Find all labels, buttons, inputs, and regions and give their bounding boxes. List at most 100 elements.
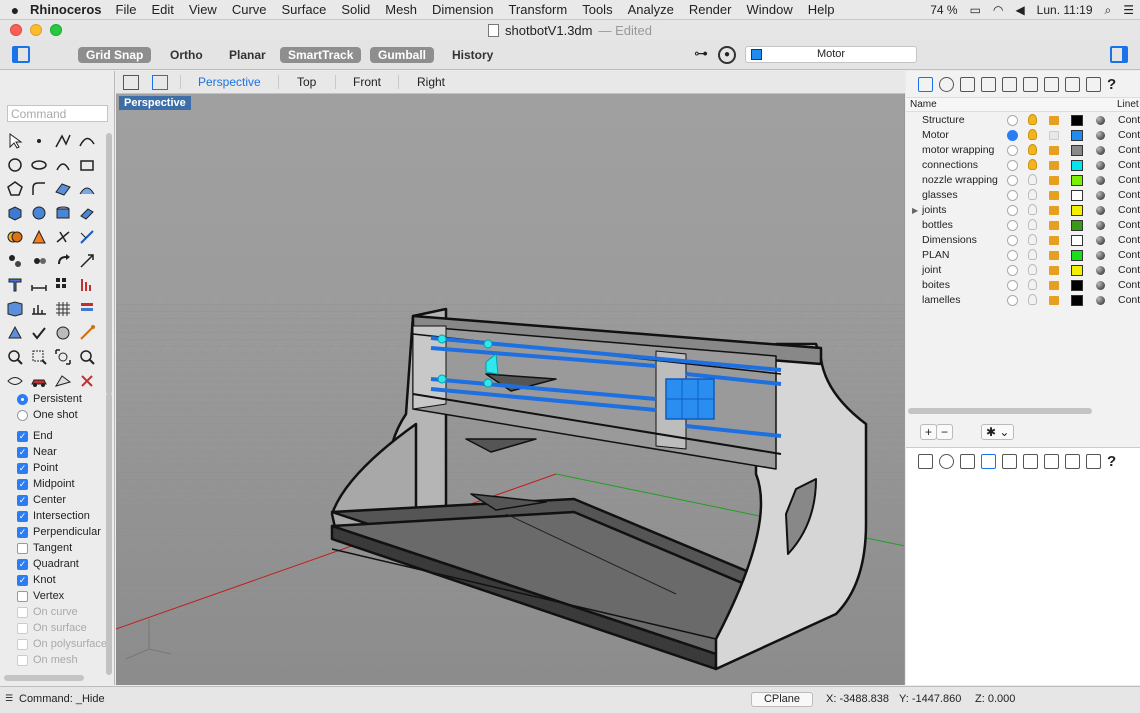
layer-color-swatch[interactable] — [1071, 205, 1083, 216]
remove-layer-button[interactable]: − — [936, 424, 954, 440]
current-layer-radio[interactable] — [1007, 235, 1018, 246]
layer-row[interactable]: lamelles Cont — [906, 293, 1140, 308]
tab-right[interactable]: Right — [417, 75, 445, 89]
layer-linetype[interactable]: Cont — [1118, 263, 1140, 278]
layer-row[interactable]: ▶ joints Cont — [906, 203, 1140, 218]
viewport-canvas[interactable] — [116, 94, 905, 685]
osnap-perpendicular[interactable]: ✓ Perpendicular — [0, 524, 108, 540]
mesh-icon[interactable] — [3, 297, 27, 321]
current-layer-radio[interactable] — [1007, 205, 1018, 216]
layer-list-hscrollbar[interactable] — [908, 408, 1092, 414]
current-layer-radio[interactable] — [1007, 220, 1018, 231]
circle-icon[interactable] — [3, 153, 27, 177]
edited-status[interactable]: — Edited — [598, 23, 651, 38]
lock-icon[interactable] — [1049, 146, 1059, 155]
checkbox[interactable]: ✓ — [17, 446, 28, 458]
lock-icon[interactable] — [1049, 296, 1059, 305]
layer-linetype[interactable]: Cont — [1118, 143, 1140, 158]
visibility-bulb-icon[interactable] — [1028, 234, 1037, 245]
current-layer-radio[interactable] — [1007, 115, 1018, 126]
material-icon[interactable] — [1096, 206, 1105, 215]
osnap-icon[interactable]: ● — [718, 46, 736, 64]
checkbox[interactable]: ✓ — [17, 526, 28, 538]
col-name[interactable]: Name — [910, 98, 937, 111]
trim-icon[interactable] — [51, 225, 75, 249]
array-icon[interactable] — [51, 273, 75, 297]
rectangle-icon[interactable] — [75, 153, 99, 177]
boolean-icon[interactable] — [3, 225, 27, 249]
visibility-bulb-icon[interactable] — [1028, 249, 1037, 260]
checkbox[interactable]: ✓ — [17, 510, 28, 522]
tab-perspective[interactable]: Perspective — [198, 75, 261, 89]
clock[interactable]: Lun. 11:19 — [1037, 3, 1093, 17]
help-icon[interactable]: ? — [1107, 77, 1122, 92]
lock-icon[interactable] — [1049, 206, 1059, 215]
osnap-vertex[interactable]: Vertex — [0, 588, 108, 604]
polyline-icon[interactable] — [51, 129, 75, 153]
battery-icon[interactable]: ▭ — [970, 3, 981, 17]
menu-solid[interactable]: Solid — [341, 2, 370, 17]
display-icon[interactable] — [1023, 76, 1038, 92]
layer-row[interactable]: nozzle wrapping Cont — [906, 173, 1140, 188]
perspective-viewport[interactable]: Perspective — [116, 94, 905, 685]
layer-row[interactable]: joint Cont — [906, 263, 1140, 278]
layer-linetype[interactable]: Cont — [1118, 158, 1140, 173]
material-icon[interactable] — [1096, 161, 1105, 170]
surface-icon[interactable] — [51, 177, 75, 201]
shade-icon[interactable] — [51, 321, 75, 345]
extrude-icon[interactable] — [75, 201, 99, 225]
layer-name[interactable]: Motor — [922, 128, 949, 143]
zoom-extents-icon[interactable] — [51, 345, 75, 369]
osnap-point[interactable]: ✓ Point — [0, 460, 108, 476]
visibility-bulb-icon[interactable] — [1028, 129, 1037, 140]
lock-icon[interactable] — [1049, 236, 1059, 245]
current-layer-radio[interactable] — [1007, 160, 1018, 171]
layer-name[interactable]: Structure — [922, 113, 965, 128]
expand-arrow-icon[interactable]: ▶ — [912, 203, 918, 218]
osnap-midpoint[interactable]: ✓ Midpoint — [0, 476, 108, 492]
checkbox[interactable]: ✓ — [17, 574, 28, 586]
named-views-icon[interactable] — [1044, 453, 1059, 469]
layer-color-swatch[interactable] — [1071, 250, 1083, 261]
gumball-toggle[interactable]: Gumball — [370, 47, 435, 63]
material-icon[interactable] — [1096, 236, 1105, 245]
ortho-toggle[interactable]: Ortho — [162, 47, 211, 63]
menu-edit[interactable]: Edit — [151, 2, 173, 17]
check-icon[interactable] — [27, 321, 51, 345]
menu-help[interactable]: Help — [808, 2, 835, 17]
car-icon[interactable] — [27, 369, 51, 393]
current-layer-radio[interactable] — [1007, 295, 1018, 306]
menu-icon[interactable]: ☰ — [1123, 3, 1134, 17]
curve-icon[interactable] — [75, 129, 99, 153]
layers-icon[interactable] — [918, 76, 933, 92]
layer-linetype[interactable]: Cont — [1118, 203, 1140, 218]
layer-row[interactable]: connections Cont — [906, 158, 1140, 173]
dimension-icon[interactable] — [27, 273, 51, 297]
material-icon[interactable] — [1096, 146, 1105, 155]
checkbox[interactable]: ✓ — [17, 558, 28, 570]
left-panel-hscrollbar[interactable] — [4, 675, 84, 681]
layer-color-swatch[interactable] — [1071, 280, 1083, 291]
layer-row[interactable]: Dimensions Cont — [906, 233, 1140, 248]
current-layer-radio[interactable] — [1007, 145, 1018, 156]
menu-analyze[interactable]: Analyze — [628, 2, 674, 17]
zoom-icon[interactable] — [3, 345, 27, 369]
layer-row[interactable]: bottles Cont — [906, 218, 1140, 233]
visibility-bulb-icon[interactable] — [1028, 174, 1037, 185]
split-icon[interactable] — [75, 225, 99, 249]
checkbox[interactable] — [17, 590, 28, 602]
tab-top[interactable]: Top — [297, 75, 316, 89]
checkbox[interactable] — [17, 542, 28, 554]
radio-button[interactable] — [17, 393, 28, 405]
osnap-scrollbar[interactable] — [106, 393, 112, 675]
visibility-bulb-icon[interactable] — [1028, 204, 1037, 215]
ellipse-icon[interactable] — [27, 153, 51, 177]
app-menu[interactable]: Rhinoceros — [30, 2, 102, 17]
osnap-end[interactable]: ✓ End — [0, 428, 108, 444]
layer-row[interactable]: boites Cont — [906, 278, 1140, 293]
apple-icon[interactable]: ● — [0, 2, 30, 18]
material-icon[interactable] — [1096, 296, 1105, 305]
current-layer-radio[interactable] — [1007, 280, 1018, 291]
grid-snap-toggle[interactable]: Grid Snap — [78, 47, 152, 63]
fillet-icon[interactable] — [27, 177, 51, 201]
